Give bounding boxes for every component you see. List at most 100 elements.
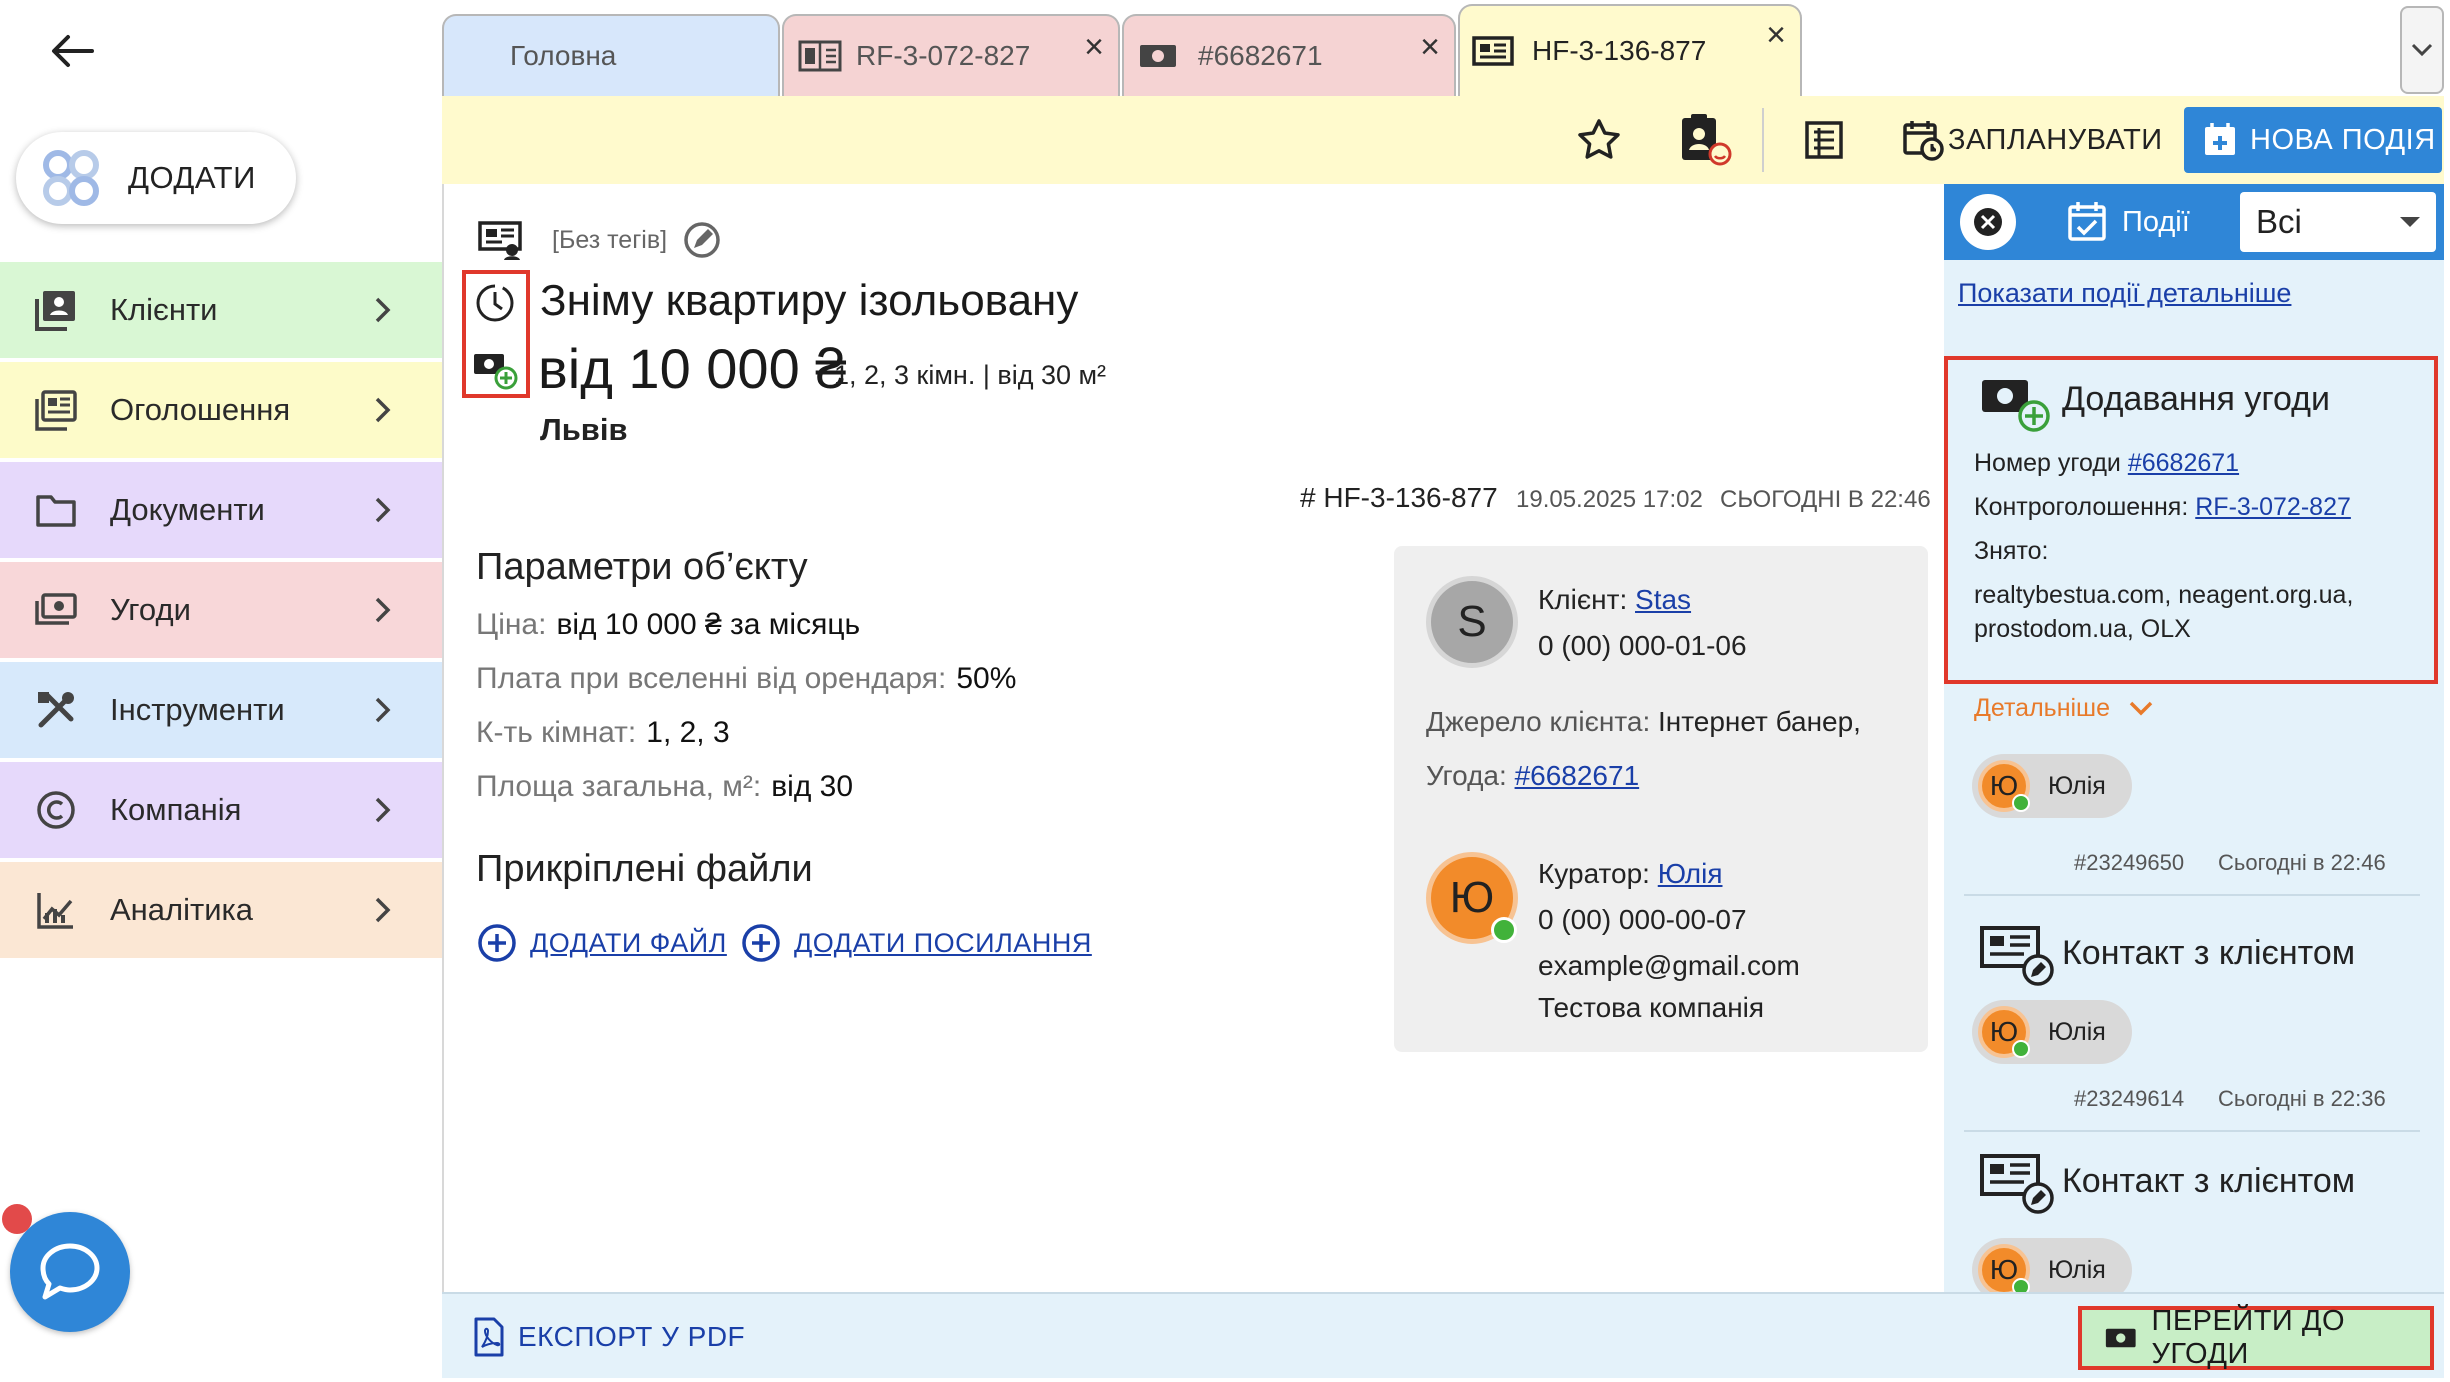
online-dot: [2012, 1278, 2030, 1292]
report-button[interactable]: [1804, 96, 1860, 184]
calendar-clock-icon: [1903, 121, 1944, 161]
request-city: Львів: [540, 412, 628, 447]
sidebar-item-label: Документи: [110, 492, 265, 527]
sidebar-item-clients[interactable]: Клієнти: [0, 262, 442, 358]
events-filter-select[interactable]: Всі: [2240, 192, 2436, 252]
events-title: Події: [2066, 184, 2190, 260]
request-title: Зніму квартиру ізольовану: [540, 276, 1079, 325]
created-date: 19.05.2025 17:02: [1516, 486, 1703, 513]
sidebar-item-listings[interactable]: Оголошення: [0, 362, 442, 458]
sidebar-nav: Клієнти Оголошення Документи Угоди Інстр: [0, 262, 442, 962]
tab-deal[interactable]: #6682671 ×: [1122, 14, 1456, 96]
client-card: S Клієнт: Stas 0 (00) 000-01-06 Джерело …: [1394, 546, 1928, 1052]
add-logo-icon: [43, 150, 99, 206]
tab-label: RF-3-072-827: [856, 40, 1031, 71]
plus-circle-icon: [478, 924, 516, 962]
sidebar-item-tools[interactable]: Інструменти: [0, 662, 442, 758]
show-events-details-link[interactable]: Показати події детальніше: [1958, 278, 2291, 309]
close-tab-icon[interactable]: ×: [1084, 30, 1104, 64]
sidebar-item-analytics[interactable]: Аналітика: [0, 862, 442, 958]
chevron-right-icon: [375, 297, 391, 323]
tab-home[interactable]: Головна: [442, 14, 780, 96]
curator-line: Куратор: Юлія: [1538, 858, 1723, 889]
analytics-icon: [37, 893, 73, 929]
sidebar-item-company[interactable]: Компанія: [0, 762, 442, 858]
client-deal-link[interactable]: #6682671: [1515, 760, 1640, 791]
tab-label: #6682671: [1198, 40, 1323, 71]
caret-down-icon: [2400, 217, 2420, 227]
event-id: #23249650: [2074, 850, 2185, 875]
request-price: від 10 000 ₴: [538, 337, 847, 400]
add-file-button[interactable]: ДОДАТИ ФАЙЛ: [476, 922, 727, 964]
listings-icon: [35, 390, 77, 431]
footer-bar: ЕКСПОРТ У PDF ПЕРЕЙТИ ДО УГОДИ: [442, 1292, 2444, 1378]
tags-label: [Без тегів]: [552, 226, 668, 254]
new-event-label: НОВА ПОДІЯ: [2250, 123, 2436, 156]
deal-icon: [2105, 1328, 2136, 1348]
assign-button[interactable]: [1678, 96, 1738, 184]
app-root: ДОДАТИ Клієнти Оголошення Документи Угод…: [0, 0, 2450, 1382]
client-line: Клієнт: Stas: [1538, 584, 1692, 615]
event-more-toggle[interactable]: Детальніше: [1974, 694, 2154, 723]
event-user-chip[interactable]: Ю Юлія: [1972, 1000, 2132, 1064]
tab-label: Головна: [510, 40, 617, 71]
favorite-button[interactable]: [1576, 96, 1632, 184]
curator-email: example@gmail.com: [1538, 950, 1800, 981]
chevron-right-icon: [375, 597, 391, 623]
tools-icon: [38, 692, 74, 728]
new-event-button[interactable]: НОВА ПОДІЯ: [2184, 107, 2442, 173]
event-time: Сьогодні в 22:36: [2218, 1086, 2386, 1111]
goto-deal-button[interactable]: ПЕРЕЙТИ ДО УГОДИ: [2078, 1305, 2434, 1370]
sidebar-item-label: Аналітика: [110, 892, 254, 927]
contact-edit-icon: [1980, 926, 2054, 986]
param-price: Ціна: від 10 000 ₴ за місяць: [476, 608, 861, 641]
tab-label: HF-3-136-877: [1532, 35, 1707, 66]
goto-deal-label: ПЕРЕЙТИ ДО УГОДИ: [2151, 1305, 2346, 1370]
request-code: # HF-3-136-877: [1300, 482, 1498, 513]
tab-request[interactable]: HF-3-136-877 ×: [1458, 4, 1802, 96]
back-button[interactable]: [44, 26, 100, 76]
add-link-button[interactable]: ДОДАТИ ПОСИЛАННЯ: [740, 922, 1092, 964]
curator-phone: 0 (00) 000-00-07: [1538, 904, 1747, 935]
sidebar-item-label: Компанія: [110, 792, 242, 827]
toolbar-divider: [1762, 108, 1764, 172]
tab-listing[interactable]: RF-3-072-827 ×: [782, 14, 1120, 96]
sidebar-item-documents[interactable]: Документи: [0, 462, 442, 558]
close-icon: [1974, 208, 2002, 236]
close-tab-icon[interactable]: ×: [1766, 18, 1786, 52]
client-link[interactable]: Stas: [1635, 584, 1691, 615]
chevron-right-icon: [375, 697, 391, 723]
add-button[interactable]: ДОДАТИ: [16, 132, 296, 224]
export-pdf-label: ЕКСПОРТ У PDF: [518, 1321, 746, 1352]
schedule-button[interactable]: ЗАПЛАНУВАТИ: [1902, 96, 2163, 184]
event-user-chip[interactable]: Ю Юлія: [1972, 754, 2132, 818]
tabs-dropdown-button[interactable]: [2400, 6, 2444, 94]
sidebar-item-deals[interactable]: Угоди: [0, 562, 442, 658]
curator-avatar: Ю: [1426, 852, 1518, 944]
curator-link[interactable]: Юлія: [1658, 858, 1723, 889]
sidebar-item-label: Інструменти: [110, 692, 285, 727]
deal-icon: [35, 593, 77, 625]
request-details: [Без тегів] Зніму квартиру ізольовану ві…: [442, 184, 1944, 1292]
param-move-in-fee: Плата при вселенні від орендаря: 50%: [476, 662, 1017, 695]
close-events-button[interactable]: [1960, 194, 2016, 250]
edit-tags-icon[interactable]: [682, 220, 722, 260]
updated-date: СЬОГОДНІ В 22:46: [1720, 486, 1931, 513]
user-avatar: Ю: [1978, 1006, 2030, 1058]
request-subtitle: 1, 2, 3 кімн. | від 30 м²: [834, 360, 1107, 390]
plus-circle-icon: [742, 924, 780, 962]
close-tab-icon[interactable]: ×: [1420, 30, 1440, 64]
chevron-down-icon: [2411, 43, 2433, 57]
clipboard-user-icon: [1682, 114, 1732, 166]
event-time: Сьогодні в 22:46: [2218, 850, 2386, 875]
chat-bubble-icon: [40, 1243, 100, 1300]
events-title-label: Події: [2122, 205, 2190, 238]
listing-icon: [798, 40, 842, 72]
event-user-chip[interactable]: Ю Юлія: [1972, 1238, 2132, 1292]
notification-dot: [2, 1204, 32, 1234]
client-avatar: S: [1426, 576, 1518, 668]
export-pdf-button[interactable]: ЕКСПОРТ У PDF: [472, 1312, 745, 1362]
add-button-label: ДОДАТИ: [128, 160, 256, 195]
chat-button[interactable]: [10, 1212, 130, 1332]
arrow-left-icon: [52, 35, 94, 67]
